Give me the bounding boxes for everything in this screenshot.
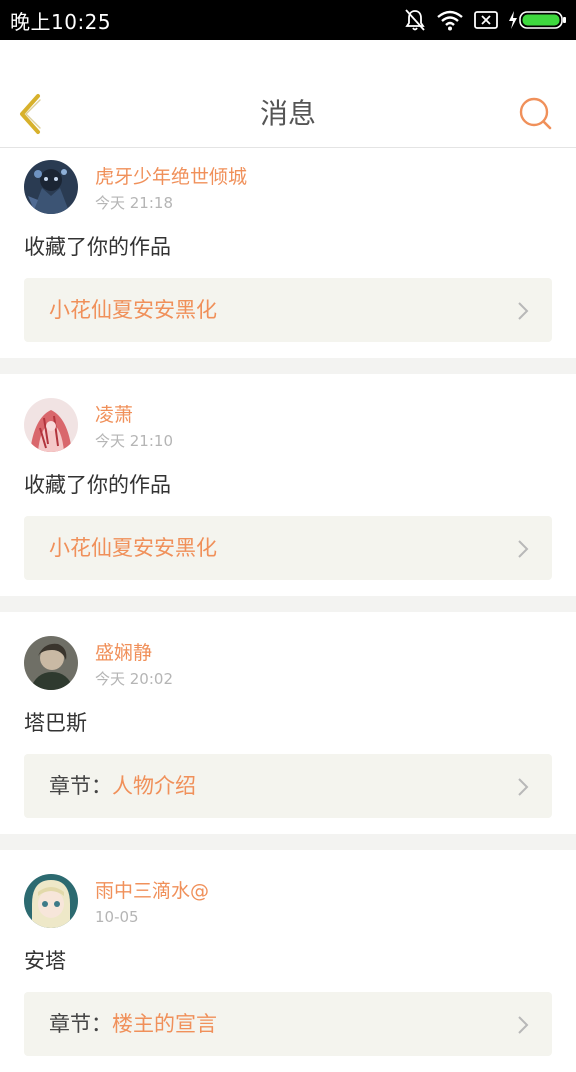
link-prefix: 章节：: [49, 774, 112, 798]
link-title: 小花仙夏安安黑化: [49, 298, 217, 322]
username[interactable]: 凌萧: [95, 403, 133, 427]
divider: [0, 358, 576, 374]
page-title: 消息: [259, 97, 316, 130]
username[interactable]: 虎牙少年绝世倾城: [95, 165, 247, 189]
avatar[interactable]: [24, 636, 78, 690]
message-item: 虎牙少年绝世倾城 今天 21:18 收藏了你的作品 小花仙夏安安黑化: [0, 148, 576, 358]
link-prefix: 章节：: [49, 1012, 112, 1036]
header-bar: 消息: [0, 40, 576, 148]
message-time: 今天 21:10: [95, 432, 173, 450]
work-link[interactable]: 小花仙夏安安黑化: [24, 278, 552, 342]
status-bar: 晚上10:25: [0, 0, 576, 40]
chevron-right-icon: [518, 540, 529, 558]
message-list: 虎牙少年绝世倾城 今天 21:18 收藏了你的作品 小花仙夏安安黑化 凌萧 今天…: [0, 148, 576, 1072]
message-action: 塔巴斯: [24, 711, 87, 735]
avatar[interactable]: [24, 398, 78, 452]
sim-card-icon: [474, 10, 498, 30]
battery-charging-icon: [508, 9, 568, 31]
chapter-link[interactable]: 章节：楼主的宣言: [24, 992, 552, 1056]
divider: [0, 834, 576, 850]
link-title: 楼主的宣言: [112, 1012, 217, 1036]
message-time: 今天 20:02: [95, 670, 173, 688]
avatar[interactable]: [24, 874, 78, 928]
search-icon: [519, 97, 552, 130]
username[interactable]: 盛娴静: [95, 641, 152, 665]
message-time: 今天 21:18: [95, 194, 173, 212]
message-time: 10-05: [95, 908, 139, 926]
message-action: 收藏了你的作品: [24, 473, 171, 497]
wifi-icon: [436, 9, 464, 31]
message-action: 收藏了你的作品: [24, 235, 171, 259]
avatar[interactable]: [24, 160, 78, 214]
chevron-right-icon: [518, 302, 529, 320]
status-icons: [404, 0, 568, 40]
search-button[interactable]: [518, 96, 554, 132]
message-item: 凌萧 今天 21:10 收藏了你的作品 小花仙夏安安黑化: [0, 374, 576, 596]
work-link[interactable]: 小花仙夏安安黑化: [24, 516, 552, 580]
chevron-right-icon: [518, 778, 529, 796]
link-title: 人物介绍: [112, 774, 196, 798]
status-time: 晚上10:25: [10, 9, 112, 34]
divider: [0, 596, 576, 612]
chevron-right-icon: [518, 1016, 529, 1034]
bell-off-icon: [404, 8, 426, 32]
message-action: 安塔: [24, 949, 66, 973]
chapter-link[interactable]: 章节：人物介绍: [24, 754, 552, 818]
link-title: 小花仙夏安安黑化: [49, 536, 217, 560]
username[interactable]: 雨中三滴水@: [95, 879, 209, 903]
message-item: 盛娴静 今天 20:02 塔巴斯 章节：人物介绍: [0, 612, 576, 834]
message-item: 雨中三滴水@ 10-05 安塔 章节：楼主的宣言: [0, 850, 576, 1072]
